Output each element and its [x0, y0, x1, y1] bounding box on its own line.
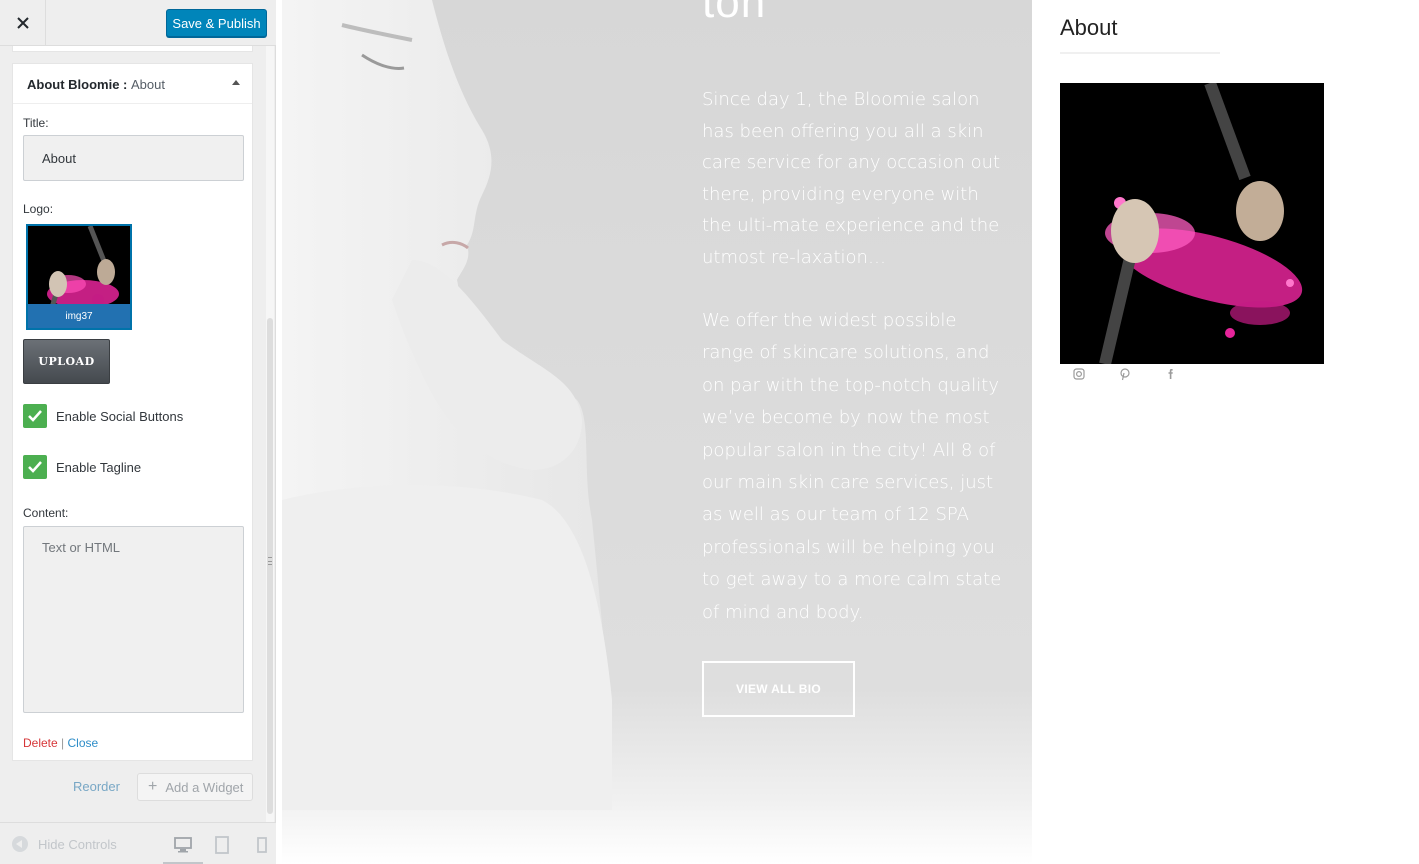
plus-icon: +: [148, 778, 158, 795]
sidebar-scrollbar-thumb[interactable]: [267, 318, 273, 814]
instagram-icon[interactable]: [1072, 367, 1086, 381]
add-widget-button[interactable]: + Add a Widget: [137, 773, 253, 801]
collapse-arrow-circle-icon: [12, 836, 28, 852]
close-icon: [16, 17, 29, 29]
social-buttons-label: Enable Social Buttons: [56, 409, 184, 424]
reorder-link[interactable]: Reorder: [73, 779, 120, 794]
tagline-checkbox[interactable]: [23, 455, 47, 479]
customizer-footer: Hide Controls: [0, 822, 276, 864]
title-input[interactable]: [23, 135, 244, 181]
resize-grip-icon[interactable]: [268, 557, 272, 565]
title-field-label: Title:: [23, 116, 49, 130]
content-field-label: Content:: [23, 506, 69, 520]
delete-link[interactable]: Delete: [23, 736, 58, 750]
widget-actions: Delete | Close: [23, 736, 98, 750]
widget-title-bar[interactable]: About Bloomie : About: [13, 64, 252, 104]
content-textarea[interactable]: [23, 526, 244, 713]
customizer-sidebar: Save & Publish About Bloomie : About Tit…: [0, 0, 276, 864]
about-widget-logo-image: [1060, 83, 1324, 364]
hide-controls-label: Hide Controls: [38, 836, 117, 852]
close-customizer-button[interactable]: [0, 0, 46, 46]
close-link[interactable]: Close: [68, 736, 99, 750]
hero-bottom-fade: [282, 810, 1032, 864]
previous-widget-edge: [12, 46, 253, 52]
checkmark-icon: [28, 410, 42, 422]
logo-field-label: Logo:: [23, 202, 54, 216]
widget-title-instance: About: [131, 77, 165, 92]
add-widget-label: Add a Widget: [165, 779, 244, 795]
desktop-icon[interactable]: [174, 836, 192, 854]
about-widget-title: About: [1060, 15, 1118, 40]
checkmark-icon: [28, 461, 42, 473]
tablet-icon[interactable]: [213, 836, 231, 854]
hide-controls-button[interactable]: Hide Controls: [12, 836, 117, 852]
tagline-label: Enable Tagline: [56, 460, 142, 475]
facebook-icon[interactable]: [1164, 367, 1178, 381]
hero-heading: ton: [702, 0, 767, 27]
about-title-divider: [1060, 52, 1220, 54]
view-all-bio-button[interactable]: VIEW ALL BIO: [702, 661, 855, 717]
customizer-header: Save & Publish: [0, 0, 276, 46]
hero-paragraph-1: Since day 1, the Bloomie salon has been …: [702, 89, 1001, 268]
logo-thumbnail[interactable]: img37: [26, 224, 132, 330]
widget-about-bloomie: About Bloomie : About Title: Logo:: [12, 63, 253, 761]
actions-separator: |: [61, 736, 65, 750]
save-publish-button[interactable]: Save & Publish: [166, 9, 267, 37]
logo-filename: img37: [28, 304, 130, 328]
sidebar-scroll-area: About Bloomie : About Title: Logo:: [0, 46, 266, 822]
social-buttons-checkbox[interactable]: [23, 404, 47, 428]
about-hero-section: ton Since day 1, the Bloomie salon has b…: [282, 0, 1032, 810]
upload-button[interactable]: UPLOAD: [23, 339, 110, 384]
mobile-icon[interactable]: [253, 836, 271, 854]
collapse-arrow-icon[interactable]: [232, 80, 240, 85]
pinterest-icon[interactable]: [1118, 367, 1132, 381]
makeup-brush-image: [1060, 83, 1324, 364]
widget-title-name: About Bloomie :: [27, 77, 128, 92]
hero-paragraph-2: We offer the widest possible range of sk…: [702, 310, 1002, 623]
